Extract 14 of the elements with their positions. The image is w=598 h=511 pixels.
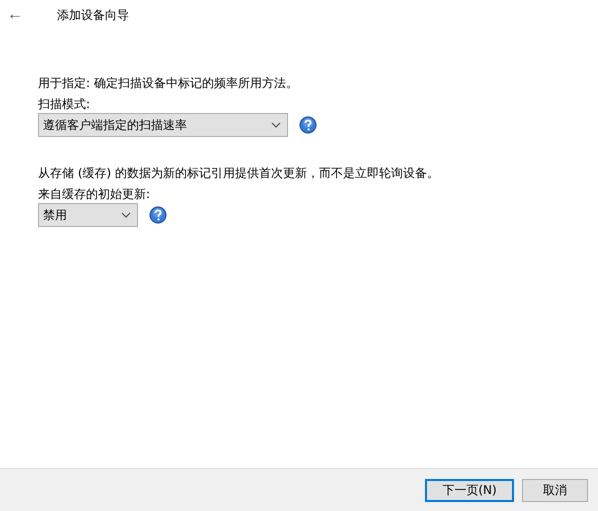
help-icon[interactable]: [149, 206, 167, 224]
description-text: 从存储 (缓存) 的数据为新的标记引用提供首次更新，而不是立即轮询设备。: [38, 165, 440, 182]
window-title: 添加设备向导: [57, 6, 129, 24]
caret-icon: [271, 122, 281, 128]
field-label: 来自缓存的初始更新:: [38, 186, 152, 203]
caret-icon: [121, 212, 131, 218]
dropdown[interactable]: 禁用: [38, 203, 138, 227]
cancel-button[interactable]: 取消: [522, 478, 588, 502]
back-button[interactable]: ←: [0, 6, 30, 24]
description-text: 用于指定: 确定扫描设备中标记的频率所用方法。: [38, 75, 299, 92]
field-label: 扫描模式:: [38, 96, 92, 113]
help-icon[interactable]: [299, 116, 317, 134]
dropdown[interactable]: 遵循客户端指定的扫描速率: [38, 113, 288, 137]
next-button[interactable]: 下一页(N): [425, 478, 514, 502]
